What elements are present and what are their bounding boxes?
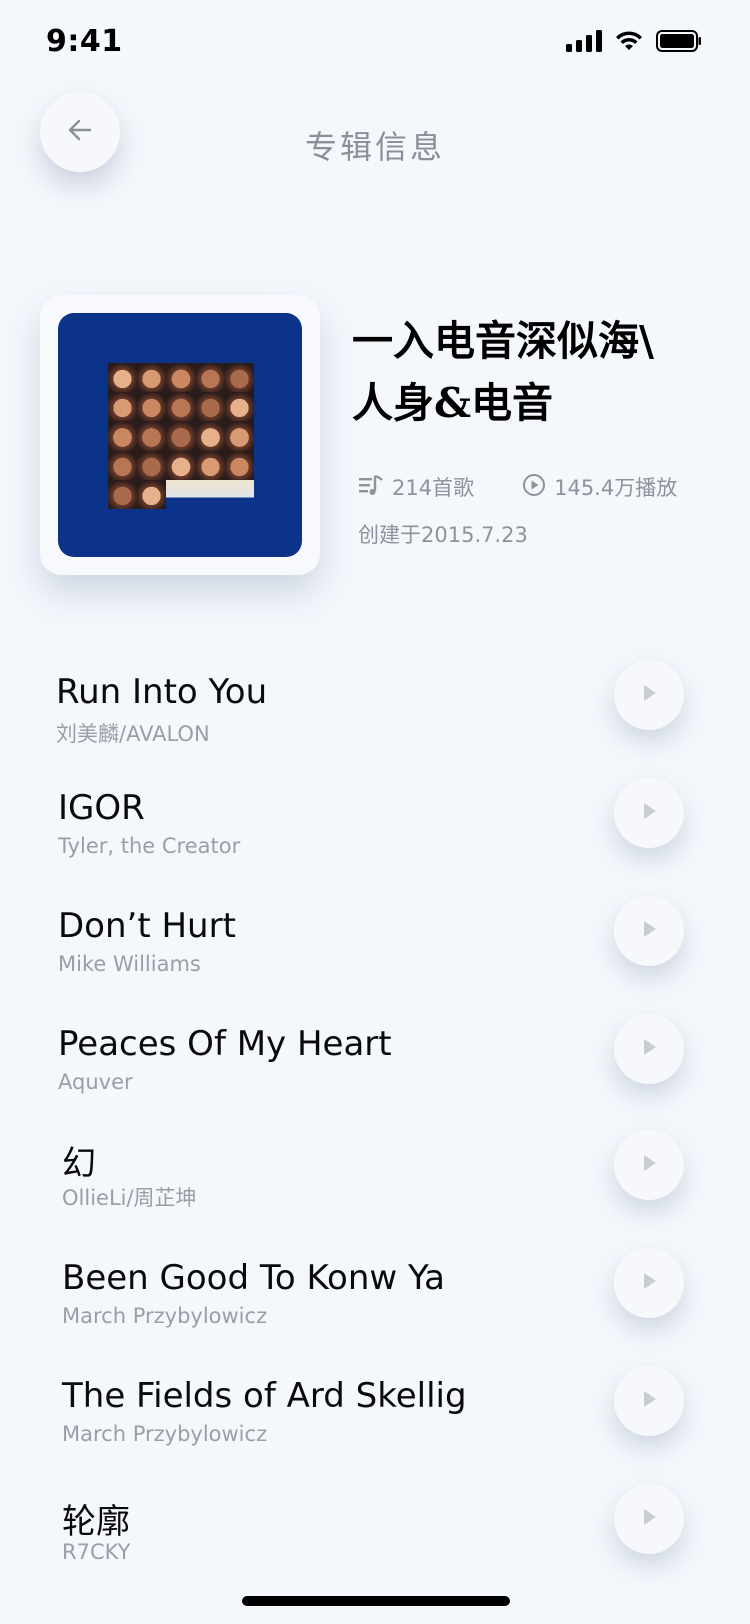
play-button[interactable]	[614, 896, 684, 966]
song-artist: 刘美麟/AVALON	[56, 722, 210, 746]
song-title: 轮廓	[62, 1502, 130, 1542]
album-cover-card	[40, 295, 320, 575]
song-title: IGOR	[58, 788, 145, 828]
status-time: 9:41	[46, 24, 123, 59]
album-title-line-1: 一入电音深似海\	[352, 317, 654, 365]
play-button[interactable]	[614, 1484, 684, 1554]
song-row[interactable]: The Fields of Ard Skellig March Przybylow…	[0, 1366, 750, 1496]
song-title: The Fields of Ard Skellig	[62, 1376, 467, 1416]
created-date: 创建于2015.7.23	[358, 523, 528, 547]
song-row[interactable]: 幻 OllieLi/周芷坤	[0, 1130, 750, 1260]
play-circle-icon	[522, 473, 546, 502]
song-title: Peaces Of My Heart	[58, 1024, 392, 1064]
play-button[interactable]	[614, 1248, 684, 1318]
song-title: Don’t Hurt	[58, 906, 236, 946]
cover-tile	[195, 392, 225, 422]
song-title: Run Into You	[56, 672, 268, 712]
cover-tile	[224, 421, 254, 451]
play-button[interactable]	[614, 1130, 684, 1200]
song-artist: March Przybylowicz	[62, 1304, 268, 1328]
battery-icon	[656, 30, 702, 52]
play-button[interactable]	[614, 1366, 684, 1436]
cover-tile	[224, 479, 254, 509]
song-artist: R7CKY	[62, 1540, 131, 1564]
cover-tile	[108, 392, 138, 422]
cover-tile	[137, 450, 167, 480]
cover-tile	[137, 479, 167, 509]
song-row[interactable]: Peaces Of My Heart Aquver	[0, 1014, 750, 1144]
cover-tile	[195, 363, 225, 393]
song-row[interactable]: IGOR Tyler, the Creator	[0, 778, 750, 908]
cover-tile	[224, 392, 254, 422]
play-icon	[637, 1151, 661, 1179]
play-icon	[637, 917, 661, 945]
cover-tile	[224, 363, 254, 393]
play-button[interactable]	[614, 1014, 684, 1084]
status-icons	[566, 30, 702, 52]
album-title-line-2: 人身&电音	[352, 379, 554, 427]
song-title: 幻	[62, 1144, 96, 1184]
play-count-text: 145.4万播放	[554, 476, 678, 500]
cover-tile	[108, 450, 138, 480]
cover-tile	[108, 421, 138, 451]
song-row[interactable]: Been Good To Konw Ya March Przybylowicz	[0, 1248, 750, 1378]
cover-tile	[195, 421, 225, 451]
play-button[interactable]	[614, 778, 684, 848]
song-row[interactable]: Run Into You 刘美麟/AVALON	[0, 660, 750, 790]
home-indicator	[242, 1596, 510, 1606]
play-icon	[637, 1505, 661, 1533]
album-title: 一入电音深似海\ 人身&电音	[352, 310, 722, 434]
wifi-icon	[614, 30, 644, 52]
cover-tile	[195, 479, 225, 509]
play-icon	[637, 681, 661, 709]
song-artist: Aquver	[58, 1070, 133, 1094]
album-cover-image	[58, 313, 302, 557]
cover-tile	[195, 450, 225, 480]
cover-tile	[166, 392, 196, 422]
song-artist: Mike Williams	[58, 952, 201, 976]
cover-tile	[108, 363, 138, 393]
song-artist: March Przybylowicz	[62, 1422, 268, 1446]
song-row[interactable]: Don’t Hurt Mike Williams	[0, 896, 750, 1026]
song-artist: Tyler, the Creator	[58, 834, 241, 858]
play-icon	[637, 1035, 661, 1063]
cover-tile	[166, 479, 196, 509]
cover-mosaic	[108, 363, 254, 509]
play-count: 145.4万播放	[522, 472, 677, 502]
song-count: 214首歌	[358, 472, 474, 502]
play-button[interactable]	[614, 660, 684, 730]
cover-tile	[166, 421, 196, 451]
page-title: 专辑信息	[304, 128, 445, 166]
play-icon	[637, 799, 661, 827]
song-artist: OllieLi/周芷坤	[62, 1186, 197, 1210]
cover-tile	[224, 450, 254, 480]
play-icon	[637, 1387, 661, 1415]
song-count-text: 214首歌	[392, 476, 475, 500]
play-icon	[637, 1269, 661, 1297]
cover-tile	[166, 363, 196, 393]
playlist-icon	[358, 473, 384, 502]
cover-tile	[137, 392, 167, 422]
cover-tile	[108, 479, 138, 509]
album-meta: 214首歌 145.4万播放	[358, 472, 677, 502]
cover-tile	[137, 421, 167, 451]
cover-tile	[166, 450, 196, 480]
cover-tile	[137, 363, 167, 393]
song-title: Been Good To Konw Ya	[62, 1258, 445, 1298]
signal-icon	[566, 30, 602, 52]
status-bar: 9:41	[0, 0, 750, 90]
